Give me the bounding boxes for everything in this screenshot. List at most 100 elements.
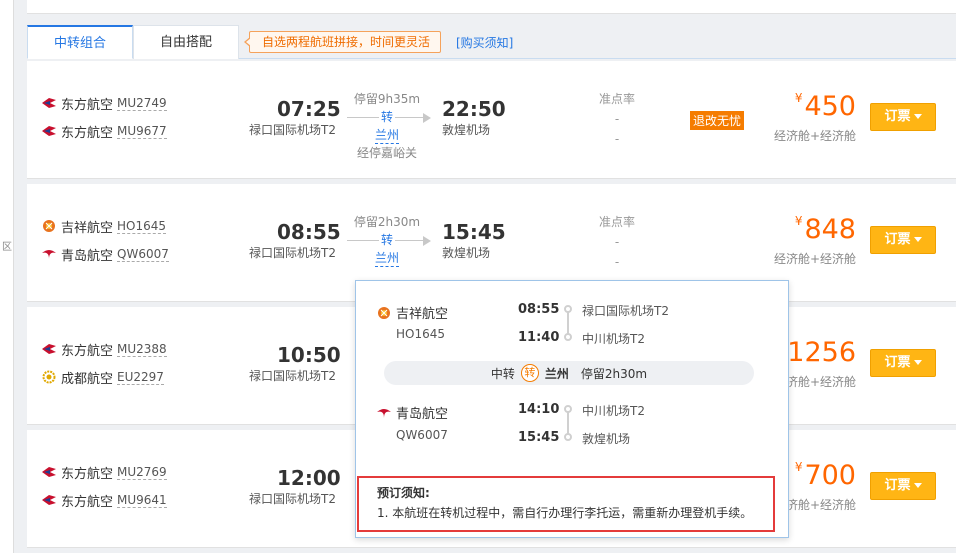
leg2-airline-name: 东方航空: [61, 125, 114, 141]
transfer-info: 停留2h30m 转 兰州: [347, 214, 431, 267]
tab-transfer-combo[interactable]: 中转组合: [27, 25, 133, 59]
cabin-class: 济舱+经济舱: [785, 375, 856, 389]
leg1-flight-number[interactable]: HO1645: [117, 219, 167, 234]
popup-seg2-flight-number: QW6007: [396, 428, 448, 442]
booking-notice-text: 1. 本航班在转机过程中，需自行办理行李托运，需重新办理登机手续。: [377, 506, 753, 520]
leg2-airline: 东方航空 MU9641: [41, 490, 167, 510]
transfer-arrow-icon: 转: [347, 107, 431, 127]
book-button[interactable]: 订票: [870, 103, 936, 131]
price: ¥450: [795, 91, 856, 122]
leg2-flight-number[interactable]: QW6007: [117, 247, 169, 262]
stop-duration: 停留9h35m: [353, 92, 421, 106]
cabin-class: 经济舱+经济舱: [773, 252, 856, 266]
popup-seg2-airline-name: 青岛航空: [396, 407, 449, 422]
buy-notice-link[interactable]: [购买须知]: [456, 34, 513, 51]
popup-seg1-arr-airport: 中川机场T2: [582, 332, 645, 346]
leg1-airline: 东方航空 MU2749: [41, 93, 167, 113]
book-button-label: 订票: [884, 232, 911, 247]
timeline-dot-icon: [564, 333, 572, 341]
leg2-airline-name: 成都航空: [61, 371, 114, 387]
refund-badge: 退改无忧: [690, 111, 745, 130]
leg2-airline-name: 东方航空: [61, 494, 114, 510]
leg1-airline-name: 东方航空: [61, 97, 114, 113]
leg1-airline-name: 东方航空: [61, 466, 114, 482]
cabin-class: 经济舱+经济舱: [773, 129, 856, 143]
ontime-label: 准点率: [598, 92, 635, 106]
timeline-dot-icon: [564, 433, 572, 441]
price: ¥848: [795, 214, 856, 245]
departure-time: 12:00: [277, 466, 341, 490]
popup-seg2-dep-time: 14:10: [518, 402, 560, 417]
popup-transfer-label: 中转: [490, 366, 515, 381]
china-eastern-logo-icon: [42, 344, 56, 354]
leg2-airline-name: 青岛航空: [61, 248, 114, 264]
popup-seg2-airline: 青岛航空: [376, 403, 448, 422]
china-eastern-logo-icon: [42, 98, 56, 108]
transfer-arrow-icon: 转: [347, 230, 431, 250]
price-amount: 700: [804, 460, 856, 491]
leg2-flight-number[interactable]: EU2297: [117, 370, 164, 385]
departure-airport: 禄口国际机场T2: [249, 492, 336, 506]
leg2-flight-number[interactable]: MU9677: [117, 124, 167, 139]
popup-seg1-dep-airport: 禄口国际机场T2: [582, 304, 669, 318]
popup-transfer-stay: 停留2h30m: [580, 366, 648, 381]
leg2-flight-number[interactable]: MU9641: [117, 493, 167, 508]
book-button-label: 订票: [884, 109, 911, 124]
book-button[interactable]: 订票: [870, 472, 936, 500]
juneyao-logo-icon: [378, 306, 390, 319]
price-amount: 450: [804, 91, 856, 122]
stop-city-link[interactable]: 兰州: [374, 127, 399, 144]
popup-seg1-airline-name: 吉祥航空: [396, 307, 449, 322]
transfer-label: 转: [378, 233, 395, 247]
leg1-airline-name: 吉祥航空: [61, 220, 114, 236]
leg1-airline: 东方航空 MU2769: [41, 462, 167, 482]
currency-symbol: ¥: [794, 91, 803, 105]
ontime-value-1: -: [614, 112, 620, 126]
book-button[interactable]: 订票: [870, 226, 936, 254]
ontime-rate: 准点率 - -: [597, 212, 637, 272]
china-eastern-logo-icon: [42, 467, 56, 477]
stop-duration: 停留2h30m: [353, 215, 421, 229]
caret-down-icon: [913, 237, 922, 242]
departure-airport: 禄口国际机场T2: [249, 246, 336, 260]
previous-card-edge: [27, 0, 956, 14]
book-button[interactable]: 订票: [870, 349, 936, 377]
popup-seg1-airline: 吉祥航空: [376, 303, 448, 322]
cabin-class: 济舱+经济舱: [785, 498, 856, 512]
arrival-time: 22:50: [442, 97, 506, 121]
popup-seg1-flight-number: HO1645: [396, 327, 446, 341]
tab-free-match[interactable]: 自由搭配: [133, 25, 239, 59]
price: 1256: [787, 337, 856, 368]
currency-symbol: ¥: [794, 214, 803, 228]
ontime-value-2: -: [614, 132, 620, 146]
leg1-flight-number[interactable]: MU2769: [117, 465, 167, 480]
left-panel-glyph: 区: [2, 242, 12, 253]
popup-seg1-arr-time: 11:40: [518, 330, 560, 345]
leg1-flight-number[interactable]: MU2749: [117, 96, 167, 111]
arrival-airport: 敦煌机场: [442, 246, 491, 260]
leg1-airline: 吉祥航空 HO1645: [41, 216, 167, 236]
departure-time: 10:50: [277, 343, 341, 367]
popup-transfer-bar: 中转 转 兰州 停留2h30m: [384, 361, 754, 385]
popup-transfer-city: 兰州: [544, 366, 569, 381]
departure-time: 08:55: [277, 220, 341, 244]
leg2-airline: 青岛航空 QW6007: [41, 244, 169, 264]
ontime-label: 准点率: [598, 215, 635, 229]
leg1-flight-number[interactable]: MU2388: [117, 342, 167, 357]
transfer-label: 转: [378, 110, 395, 124]
stop-city-link[interactable]: 兰州: [374, 250, 399, 267]
book-button-label: 订票: [884, 355, 911, 370]
leg2-airline: 东方航空 MU9677: [41, 121, 167, 141]
caret-down-icon: [913, 114, 922, 119]
china-eastern-logo-icon: [42, 126, 56, 136]
price: ¥700: [795, 460, 856, 491]
departure-airport: 禄口国际机场T2: [249, 123, 336, 137]
qingdao-logo-icon: [377, 408, 391, 418]
transfer-detail-popup: 吉祥航空 HO1645 08:55 11:40 禄口国际机场T2 中川机场T2 …: [355, 280, 789, 538]
ontime-value-1: -: [614, 235, 620, 249]
chengdu-logo-icon: [42, 370, 56, 384]
china-eastern-logo-icon: [42, 495, 56, 505]
transfer-icon: 转: [520, 364, 539, 382]
ontime-value-2: -: [614, 255, 620, 269]
book-button-label: 订票: [884, 478, 911, 493]
